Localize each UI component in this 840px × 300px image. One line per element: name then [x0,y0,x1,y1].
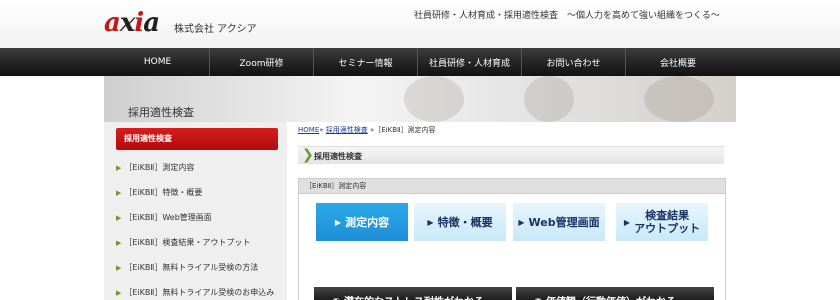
triangle-right-icon: ▶ [116,189,122,197]
sidebar-item[interactable]: ▶ ［EiKBⅡ］無料トライアル受検の方法 [116,262,284,273]
tile-label: 検査結果 アウトプット [634,209,701,235]
logo[interactable]: axia [104,8,160,38]
sidebar-heading[interactable]: 採用適性検査 [116,128,278,150]
triangle-right-icon: ▶ [116,214,122,222]
sidebar-item-label: ［EiKBⅡ］無料トライアル受検の方法 [124,263,259,272]
sidebar-item-label: ［EiKBⅡ］無料トライアル受検のお申込み [124,288,275,297]
triangle-right-icon: ▶ [116,289,122,297]
triangle-right-icon: ▶ [116,239,122,247]
triangle-right-icon: ▶ [116,264,122,272]
tile-web-admin[interactable]: ▶ Web管理画面 [513,203,605,241]
sidebar-item-label: ［EiKBⅡ］測定内容 [124,163,195,172]
nav-contact[interactable]: お問い合わせ [522,48,626,76]
sidebar-item[interactable]: ▶ ［EiKBⅡ］検査結果・アウトプット [116,237,284,248]
breadcrumb-home-link[interactable]: HOME [298,126,319,134]
triangle-right-icon: ▶ [623,217,631,227]
breadcrumb: HOME» 採用適性検査 »［EiKBⅡ］測定内容 [298,125,436,135]
tile-label: 測定内容 [345,215,390,229]
section-title: 採用適性検査 [314,152,362,161]
tile-results[interactable]: ▶ 検査結果 アウトプット [616,203,708,241]
tile-label: 特徴・概要 [437,215,493,229]
triangle-right-icon: ▶ [427,217,434,227]
stress-tolerance-button[interactable]: ① 潜在的なストレス耐性がわかる [314,287,512,300]
sidebar-item[interactable]: ▶ ［EiKBⅡ］無料トライアル受検のお申込み [116,287,284,298]
site-header: axia 株式会社 アクシア 社員研修・人材育成・採用適性検査 ～個人力を高めて… [0,0,840,48]
sidebar: 採用適性検査 ▶ ［EiKBⅡ］測定内容 ▶ ［EiKBⅡ］特徴・概要 ▶ ［EiKB… [104,122,287,300]
nav-company[interactable]: 会社概要 [626,48,730,76]
company-name: 株式会社 アクシア [174,24,257,35]
triangle-right-icon: ▶ [518,217,525,227]
nav-zoom-training[interactable]: Zoom研修 [210,48,314,76]
tile-features[interactable]: ▶ 特徴・概要 [414,203,506,241]
tagline: 社員研修・人材育成・採用適性検査 ～個人力を高めて強い組織をつくる～ [414,11,720,21]
sidebar-item[interactable]: ▶ ［EiKBⅡ］測定内容 [116,162,284,173]
page-banner: 採用適性検査 [104,76,736,122]
sidebar-item-label: ［EiKBⅡ］検査結果・アウトプット [124,238,251,247]
sidebar-item[interactable]: ▶ ［EiKBⅡ］Web管理画面 [116,212,284,223]
breadcrumb-parent-link[interactable]: 採用適性検査 [326,126,368,134]
banner-photo-shape [524,76,574,122]
sidebar-item[interactable]: ▶ ［EiKBⅡ］特徴・概要 [116,187,284,198]
banner-photo-shape [644,76,714,122]
content-heading: ［EiKBⅡ］測定内容 [298,178,726,194]
sidebar-item-label: ［EiKBⅡ］特徴・概要 [124,188,203,197]
nav-employee-training[interactable]: 社員研修・人材育成 [418,48,522,76]
triangle-right-icon: ▶ [334,217,342,227]
tile-label: Web管理画面 [528,215,600,229]
nav-home[interactable]: HOME [106,48,210,76]
tile-measurement[interactable]: ▶ 測定内容 [316,203,408,241]
triangle-right-icon: ▶ [116,164,122,172]
breadcrumb-current: ［EiKBⅡ］測定内容 [374,126,436,134]
sidebar-item-label: ［EiKBⅡ］Web管理画面 [124,213,212,222]
banner-photo-shape [404,76,464,122]
nav-seminar[interactable]: セミナー情報 [314,48,418,76]
values-button[interactable]: ② 価値観（行動価値）がわかる [516,287,714,300]
page-title: 採用適性検査 [128,106,194,119]
section-header: ❯ 採用適性検査 [298,146,724,164]
main-nav: HOME Zoom研修 セミナー情報 社員研修・人材育成 お問い合わせ 会社概要 [0,48,840,76]
chevron-right-icon: ❯ [302,147,314,163]
